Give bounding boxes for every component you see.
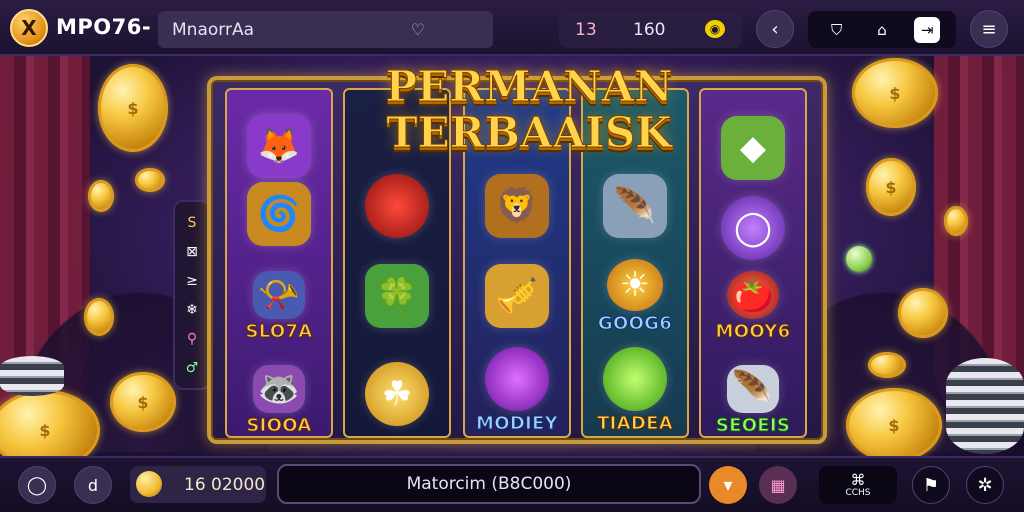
side-strip-item[interactable]: ⚲ bbox=[187, 331, 197, 347]
feather-icon: 🪶 bbox=[603, 174, 667, 238]
coin-icon bbox=[868, 352, 906, 378]
purple-bomb-icon bbox=[485, 346, 549, 411]
reel-cell: ☘ bbox=[345, 338, 449, 436]
brand-name: MPO76- bbox=[56, 15, 152, 39]
side-strip-item[interactable]: ❄ bbox=[186, 302, 198, 318]
symbol-label: SIOOA bbox=[246, 414, 312, 436]
emerald-box-icon: 🍀 bbox=[365, 264, 429, 328]
symbol-label: TIADEA bbox=[597, 412, 674, 434]
trophy-icon[interactable]: ⚑ bbox=[912, 466, 950, 504]
search-field[interactable]: MnaorrAa ♡ bbox=[158, 11, 493, 48]
lion-mask-icon: 🦁 bbox=[485, 174, 549, 238]
bottom-bar: ◯ d 16 02000 Matorcim (B8C000) ▾ ▦ ⌘ CCH… bbox=[0, 456, 1024, 512]
gold-scroll-icon: 🌀 bbox=[247, 182, 311, 246]
reel-5: ◆ ◯ 🍅 MOOY6 🪶 SEOEIS bbox=[699, 88, 807, 438]
tag-icon: ⌘ bbox=[850, 470, 866, 489]
eye-icon[interactable]: ◉ bbox=[705, 20, 725, 38]
game-title-line-1: PERMANAN bbox=[385, 62, 673, 111]
green-gem-box-icon: ◆ bbox=[721, 116, 785, 180]
coin-icon bbox=[88, 180, 114, 212]
symbol-label: MODIEY bbox=[476, 412, 559, 434]
horn-icon: 📯 bbox=[253, 270, 305, 319]
chip-stack-icon bbox=[946, 358, 1024, 454]
side-strip-item[interactable]: ⊠ bbox=[186, 244, 198, 260]
reel-1: 🦊 🌀 📯 SLO7A 🦝 SIOOA bbox=[225, 88, 333, 438]
tomato-icon: 🍅 bbox=[727, 270, 779, 319]
side-strip-item[interactable]: ♂ bbox=[186, 360, 199, 376]
side-strip-item[interactable]: ≥ bbox=[186, 273, 198, 289]
reel-cell: MODIEY bbox=[465, 334, 569, 436]
settings-icon[interactable]: ✲ bbox=[966, 466, 1004, 504]
search-value: MnaorrAa bbox=[172, 19, 254, 40]
raccoon-icon: 🦝 bbox=[253, 364, 305, 413]
side-strip-item[interactable]: S bbox=[188, 215, 197, 231]
slot-machine: 🦊 🌀 📯 SLO7A 🦝 SIOOA 🍀 ☘ 🦁 🎺 MODIEY 🪶 ☀ G… bbox=[207, 65, 827, 444]
coin-icon: $ bbox=[110, 372, 176, 432]
message-display: Matorcim (B8C000) bbox=[277, 464, 701, 504]
logo-icon: X bbox=[10, 9, 48, 47]
chip-stack-icon bbox=[0, 356, 64, 396]
symbol-label: SEOEIS bbox=[715, 414, 791, 436]
grid-icon[interactable]: ▦ bbox=[759, 466, 797, 504]
left-control-button[interactable]: d bbox=[74, 466, 112, 504]
dropdown-chevron-icon[interactable]: ▾ bbox=[709, 466, 747, 504]
back-arrow-icon[interactable]: ‹ bbox=[756, 10, 794, 48]
reel-cell: 🪶 SEOEIS bbox=[701, 344, 805, 436]
reel-cell: 🍀 bbox=[345, 240, 449, 352]
coin-icon: $ bbox=[866, 158, 916, 216]
green-coin-icon bbox=[846, 246, 872, 272]
game-title: PERMANAN TERBAAISK bbox=[369, 62, 689, 157]
symbol-label: SLO7A bbox=[245, 320, 313, 342]
cashback-button[interactable]: ⌘ CCHS bbox=[819, 466, 897, 504]
reel-cell: 🦝 SIOOA bbox=[227, 344, 331, 436]
exit-icon[interactable]: ⇥ bbox=[914, 16, 941, 43]
coin-icon: $ bbox=[98, 64, 168, 152]
stat-a: 13 bbox=[575, 19, 597, 40]
top-bar: X MPO76- MnaorrAa ♡ 13 160 ◉ ‹ ⛉ ⌂ ⇥ ≡ bbox=[0, 0, 1024, 56]
home-icon[interactable]: ⌂ bbox=[869, 17, 895, 43]
coin-icon bbox=[898, 288, 948, 338]
bag-icon[interactable]: ⛉ bbox=[824, 17, 850, 43]
coin-icon bbox=[136, 471, 162, 497]
coin-icon bbox=[84, 298, 114, 336]
symbol-label: GOOG6 bbox=[597, 312, 673, 334]
coin-icon bbox=[944, 206, 968, 236]
menu-icon[interactable]: ≡ bbox=[970, 10, 1008, 48]
clover-coin-icon: ☘ bbox=[365, 362, 429, 426]
coin-icon bbox=[135, 168, 165, 192]
sun-face-icon: ☀ bbox=[607, 258, 663, 311]
stat-b: 160 bbox=[633, 19, 666, 40]
power-icon[interactable]: ◯ bbox=[18, 466, 56, 504]
cashback-label: CCHS bbox=[845, 487, 871, 498]
side-strip: S ⊠ ≥ ❄ ⚲ ♂ bbox=[173, 200, 211, 390]
silver-feather-icon: 🪶 bbox=[727, 364, 779, 413]
reel-cell: TIADEA bbox=[583, 334, 687, 436]
bet-value: 16 02000 bbox=[184, 474, 266, 495]
coin-icon: $ bbox=[852, 58, 938, 128]
green-orb-icon bbox=[603, 346, 667, 411]
coin-icon: $ bbox=[846, 388, 942, 462]
toolbar-icon-group: ⛉ ⌂ ⇥ bbox=[808, 11, 956, 48]
golden-cannon-icon: 🎺 bbox=[485, 264, 549, 328]
balance-display: 13 160 ◉ bbox=[559, 11, 742, 48]
symbol-label: MOOY6 bbox=[715, 320, 791, 342]
game-title-line-2: TERBAAISK bbox=[386, 108, 672, 157]
bet-display[interactable]: 16 02000 bbox=[130, 466, 266, 503]
red-orb-icon bbox=[365, 174, 429, 238]
heartbeat-icon[interactable]: ♡ bbox=[411, 20, 425, 39]
